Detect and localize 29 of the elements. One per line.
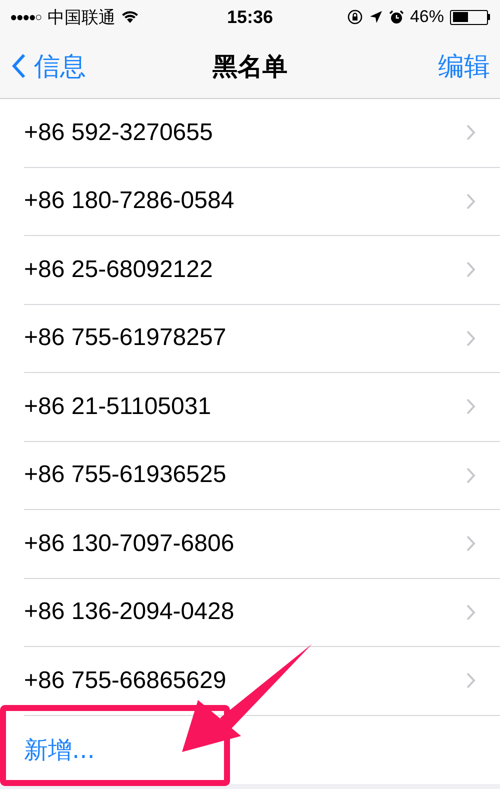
carrier-name: 中国联通 xyxy=(47,6,116,28)
status-time: 15:36 xyxy=(226,6,274,28)
blocked-number-row[interactable]: +86 25-68092122 xyxy=(24,236,500,304)
add-new-row[interactable]: 新增... xyxy=(24,716,500,784)
alarm-clock-icon xyxy=(388,10,404,24)
chevron-right-icon xyxy=(466,330,476,347)
location-arrow-icon xyxy=(368,10,383,24)
blocked-number-row[interactable]: +86 136-2094-0428 xyxy=(24,578,500,647)
back-chevron-icon xyxy=(12,53,26,79)
battery-icon xyxy=(450,10,490,24)
blocked-number-row[interactable]: +86 130-7097-6806 xyxy=(24,510,500,578)
blocked-number-row[interactable]: +86 592-3270655 xyxy=(24,99,500,168)
blocked-number-row[interactable]: +86 180-7286-0584 xyxy=(24,168,500,236)
chevron-right-icon xyxy=(466,124,476,142)
chevron-right-icon xyxy=(466,192,476,210)
chevron-right-icon xyxy=(466,398,476,416)
wifi-icon xyxy=(121,10,140,24)
chevron-right-icon xyxy=(466,535,476,552)
chevron-right-icon xyxy=(466,466,476,484)
blocked-number-row[interactable]: +86 755-61936525 xyxy=(24,442,500,510)
screen-title: 黑名单 xyxy=(212,50,288,82)
chevron-right-icon xyxy=(466,672,476,690)
signal-dots: ●●●●○ xyxy=(10,10,42,24)
battery-percent: 46% xyxy=(410,7,444,27)
blocked-number-row[interactable]: +86 755-61978257 xyxy=(24,304,500,373)
chevron-right-icon xyxy=(466,604,476,621)
chevron-right-icon xyxy=(466,261,476,278)
blocked-number-row[interactable]: +86 21-51105031 xyxy=(24,373,500,442)
rotation-lock-icon xyxy=(346,9,363,25)
